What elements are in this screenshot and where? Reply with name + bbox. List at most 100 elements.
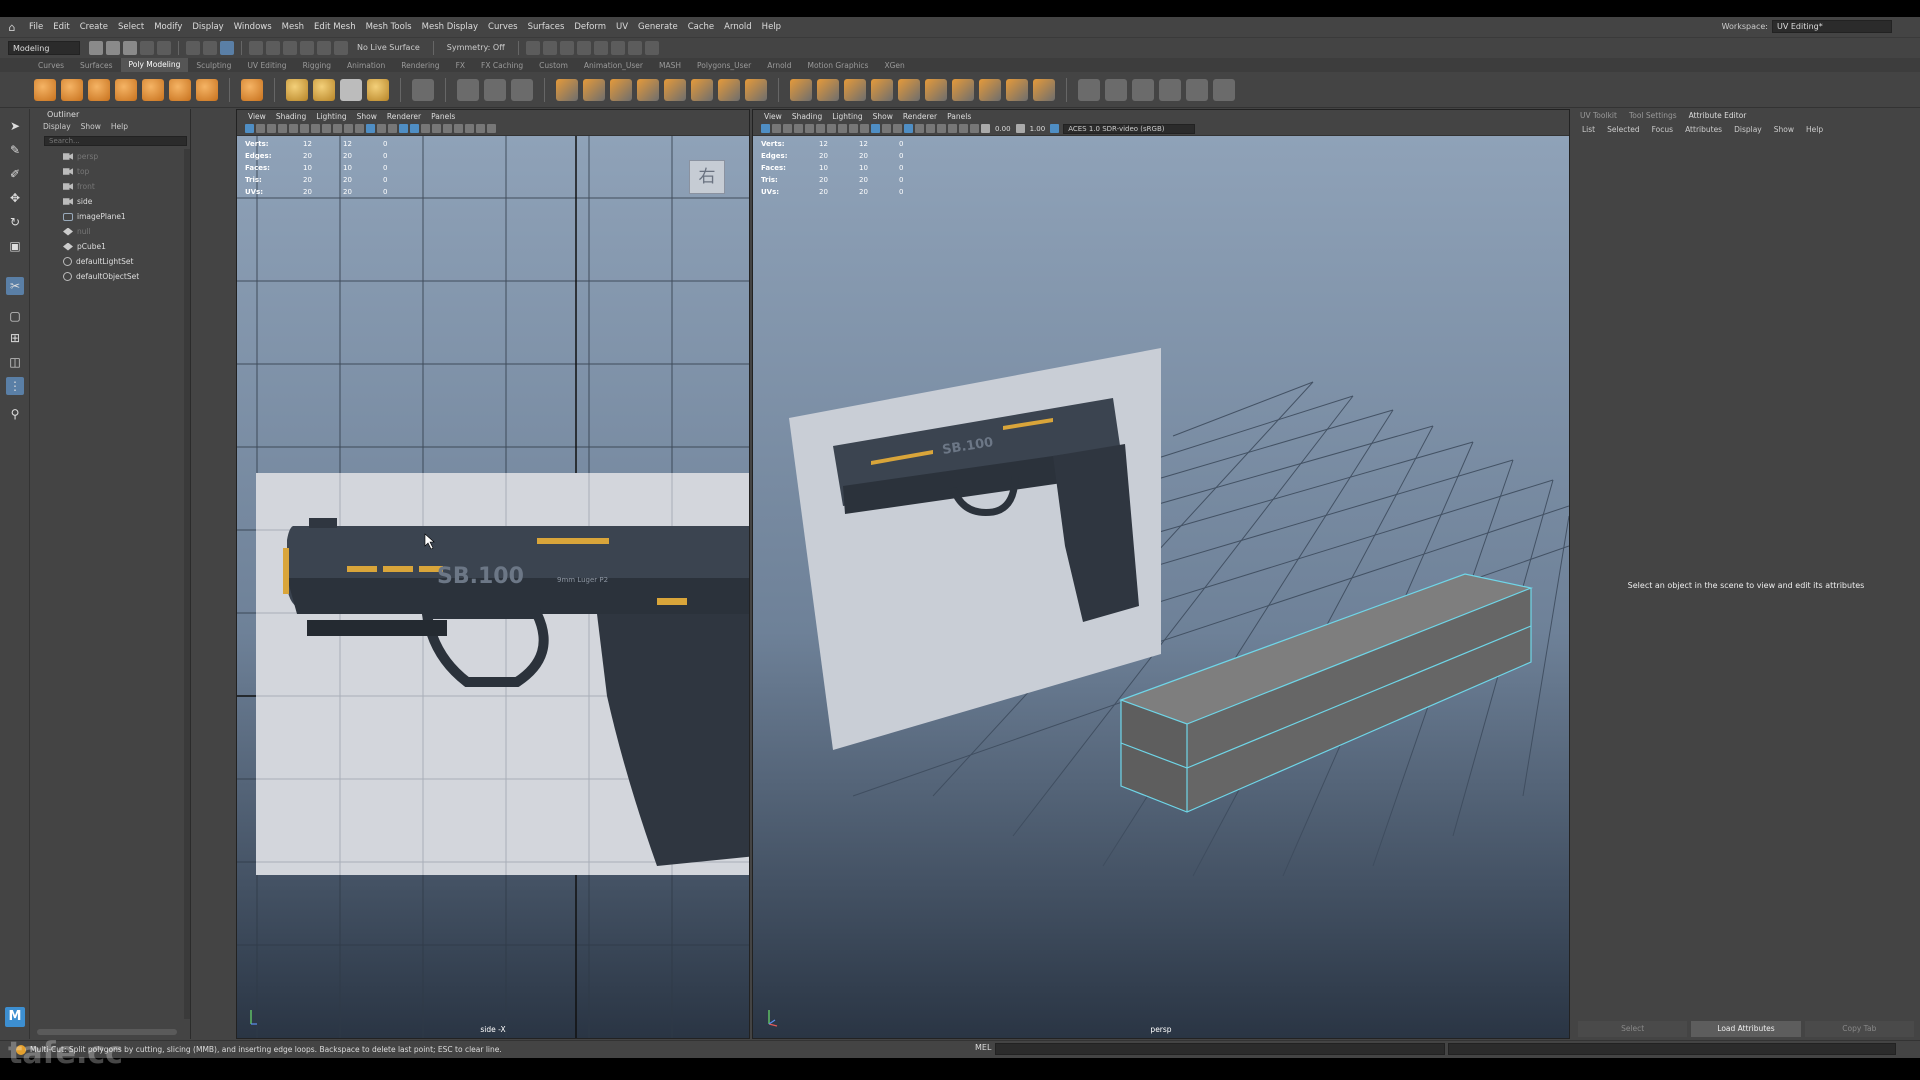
undo-icon[interactable] xyxy=(140,40,154,55)
ae-menu-help[interactable]: Help xyxy=(1806,125,1823,134)
antialiasing-icon[interactable] xyxy=(970,124,979,133)
ambient-occlusion-icon[interactable] xyxy=(465,124,474,133)
poly-cube-icon[interactable] xyxy=(61,78,83,101)
film-gate-icon[interactable] xyxy=(827,124,836,133)
outliner-item-null[interactable]: null xyxy=(31,224,181,239)
gate-mask-icon[interactable] xyxy=(333,124,342,133)
shelf-tab[interactable]: Rendering xyxy=(393,61,447,70)
camera-attributes-icon[interactable] xyxy=(772,124,781,133)
xray-joints-icon[interactable] xyxy=(443,124,452,133)
image-plane-toggle-icon[interactable] xyxy=(278,124,287,133)
viewport-menu-panels[interactable]: Panels xyxy=(942,112,976,121)
freeze-transform-icon[interactable] xyxy=(1159,78,1181,101)
resolution-gate-icon[interactable] xyxy=(838,124,847,133)
outliner-item-top[interactable]: top xyxy=(31,164,181,179)
outliner-layout-icon[interactable]: ⋮ xyxy=(6,377,24,395)
ae-menu-attributes[interactable]: Attributes xyxy=(1685,125,1722,134)
snap-view-plane-icon[interactable] xyxy=(300,40,314,55)
boolean-intersect-icon[interactable] xyxy=(610,78,632,101)
color-management-icon[interactable] xyxy=(1050,124,1060,133)
poly-sphere-icon[interactable] xyxy=(34,78,56,101)
arnold-render-view-icon[interactable] xyxy=(610,40,625,55)
redo-icon[interactable] xyxy=(157,40,171,55)
menu-mesh-display[interactable]: Mesh Display xyxy=(417,22,483,32)
menu-file[interactable]: File xyxy=(24,22,48,32)
grease-pencil-icon[interactable] xyxy=(805,124,814,133)
open-scene-icon[interactable] xyxy=(106,40,120,55)
textured-icon[interactable] xyxy=(399,124,408,133)
menu-windows[interactable]: Windows xyxy=(229,22,277,32)
resolution-gate-icon[interactable] xyxy=(322,124,331,133)
isolate-select-icon[interactable] xyxy=(948,124,957,133)
lasso-tool-icon[interactable]: ✎ xyxy=(6,141,24,159)
render-sequence-icon[interactable] xyxy=(542,40,557,55)
command-line-input[interactable] xyxy=(995,1043,1445,1055)
select-component-icon[interactable] xyxy=(220,40,234,55)
symmetry-dropdown[interactable]: Symmetry: Off xyxy=(441,43,511,52)
gate-mask-icon[interactable] xyxy=(849,124,858,133)
shelf-tab[interactable]: Arnold xyxy=(759,61,799,70)
arnold-ipr-icon[interactable] xyxy=(627,40,642,55)
outliner-item-defaultobjectset[interactable]: defaultObjectSet xyxy=(31,269,181,284)
ae-menu-focus[interactable]: Focus xyxy=(1652,125,1673,134)
smooth-shade-icon[interactable] xyxy=(882,124,891,133)
save-scene-icon[interactable] xyxy=(123,40,137,55)
menu-uv[interactable]: UV xyxy=(611,22,633,32)
outliner-item-side[interactable]: side xyxy=(31,194,181,209)
two-pane-layout-icon[interactable]: ◫ xyxy=(6,353,24,371)
snap-surface-icon[interactable] xyxy=(317,40,331,55)
viewport-menu-view[interactable]: View xyxy=(759,112,787,121)
shelf-tab[interactable]: Sculpting xyxy=(188,61,239,70)
cleanup-icon[interactable] xyxy=(664,78,686,101)
reduce-icon[interactable] xyxy=(691,78,713,101)
live-surface-label[interactable]: No Live Surface xyxy=(351,43,426,52)
sweep-mesh-icon[interactable] xyxy=(313,78,335,101)
menu-edit[interactable]: Edit xyxy=(48,22,74,32)
bevel-icon[interactable] xyxy=(844,78,866,101)
type-text-icon[interactable] xyxy=(340,78,362,101)
viewport-menu-view[interactable]: View xyxy=(243,112,271,121)
smooth-icon[interactable] xyxy=(511,78,533,101)
use-all-lights-icon[interactable] xyxy=(410,124,419,133)
single-perspective-layout-icon[interactable]: ▢ xyxy=(6,307,24,325)
menu-cache[interactable]: Cache xyxy=(683,22,719,32)
retopologize-icon[interactable] xyxy=(745,78,767,101)
viewport-menu-lighting[interactable]: Lighting xyxy=(311,112,351,121)
shelf-tab[interactable]: FX xyxy=(448,61,473,70)
append-polygon-icon[interactable] xyxy=(871,78,893,101)
select-camera-icon[interactable] xyxy=(761,124,770,133)
grease-pencil-icon[interactable] xyxy=(289,124,298,133)
pause-icon[interactable] xyxy=(644,40,659,55)
remesh-icon[interactable] xyxy=(718,78,740,101)
view-cube-icon[interactable]: 右 xyxy=(689,160,725,194)
insert-edge-loop-icon[interactable] xyxy=(1105,78,1127,101)
field-chart-icon[interactable] xyxy=(860,124,869,133)
snap-grid-icon[interactable] xyxy=(249,40,263,55)
exposure-value[interactable]: 0.00 xyxy=(992,125,1014,133)
menu-modify[interactable]: Modify xyxy=(149,22,187,32)
ipr-render-icon[interactable] xyxy=(559,40,574,55)
view-transform-dropdown[interactable]: ACES 1.0 SDR-video (sRGB) xyxy=(1063,123,1196,134)
target-weld-icon[interactable] xyxy=(1132,78,1154,101)
shelf-tab[interactable]: Rigging xyxy=(295,61,339,70)
outliner-menu-display[interactable]: Display xyxy=(43,121,71,133)
ae-menu-selected[interactable]: Selected xyxy=(1607,125,1640,134)
shelf-tab[interactable]: Animation xyxy=(339,61,393,70)
poly-disc-icon[interactable] xyxy=(196,78,218,101)
menu-set-dropdown[interactable]: Modeling xyxy=(8,40,80,55)
isolate-select-icon[interactable] xyxy=(454,124,463,133)
persp-viewport-canvas[interactable]: SB.100 Verts: 12 12 0 Edges: 20 20 0 Fac… xyxy=(753,136,1569,1038)
poly-cone-icon[interactable] xyxy=(115,78,137,101)
select-tool-icon[interactable]: ➤ xyxy=(6,117,24,135)
outliner-item-persp[interactable]: persp xyxy=(31,149,181,164)
viewport-menu-lighting[interactable]: Lighting xyxy=(827,112,867,121)
menu-mesh[interactable]: Mesh xyxy=(277,22,309,32)
boolean-difference-icon[interactable] xyxy=(583,78,605,101)
viewport-menu-shading[interactable]: Shading xyxy=(271,112,311,121)
shelf-tab[interactable]: Polygons_User xyxy=(689,61,759,70)
viewport-menu-shading[interactable]: Shading xyxy=(787,112,827,121)
super-shape-icon[interactable] xyxy=(286,78,308,101)
xray-icon[interactable] xyxy=(432,124,441,133)
shadows-icon[interactable] xyxy=(926,124,935,133)
shelf-tab[interactable]: Custom xyxy=(531,61,576,70)
